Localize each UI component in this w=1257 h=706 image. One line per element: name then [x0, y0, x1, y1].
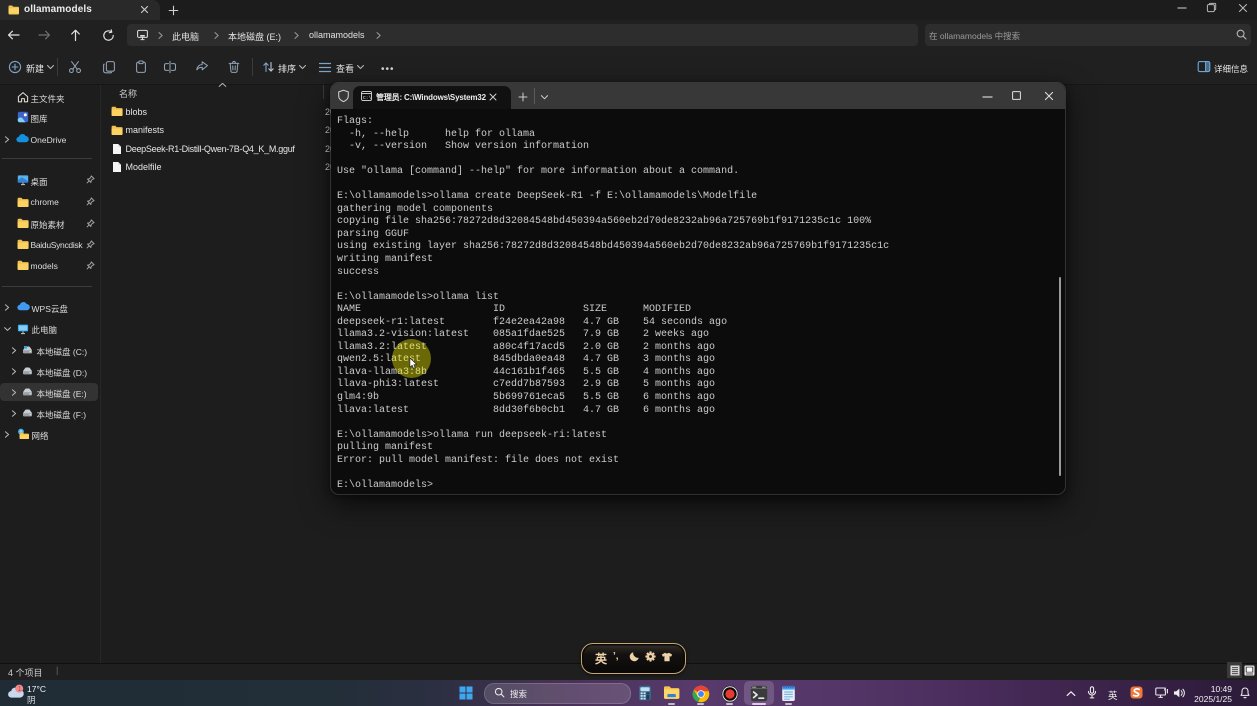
svg-text:C:\: C:\	[363, 95, 372, 101]
svg-text:1: 1	[18, 686, 22, 693]
